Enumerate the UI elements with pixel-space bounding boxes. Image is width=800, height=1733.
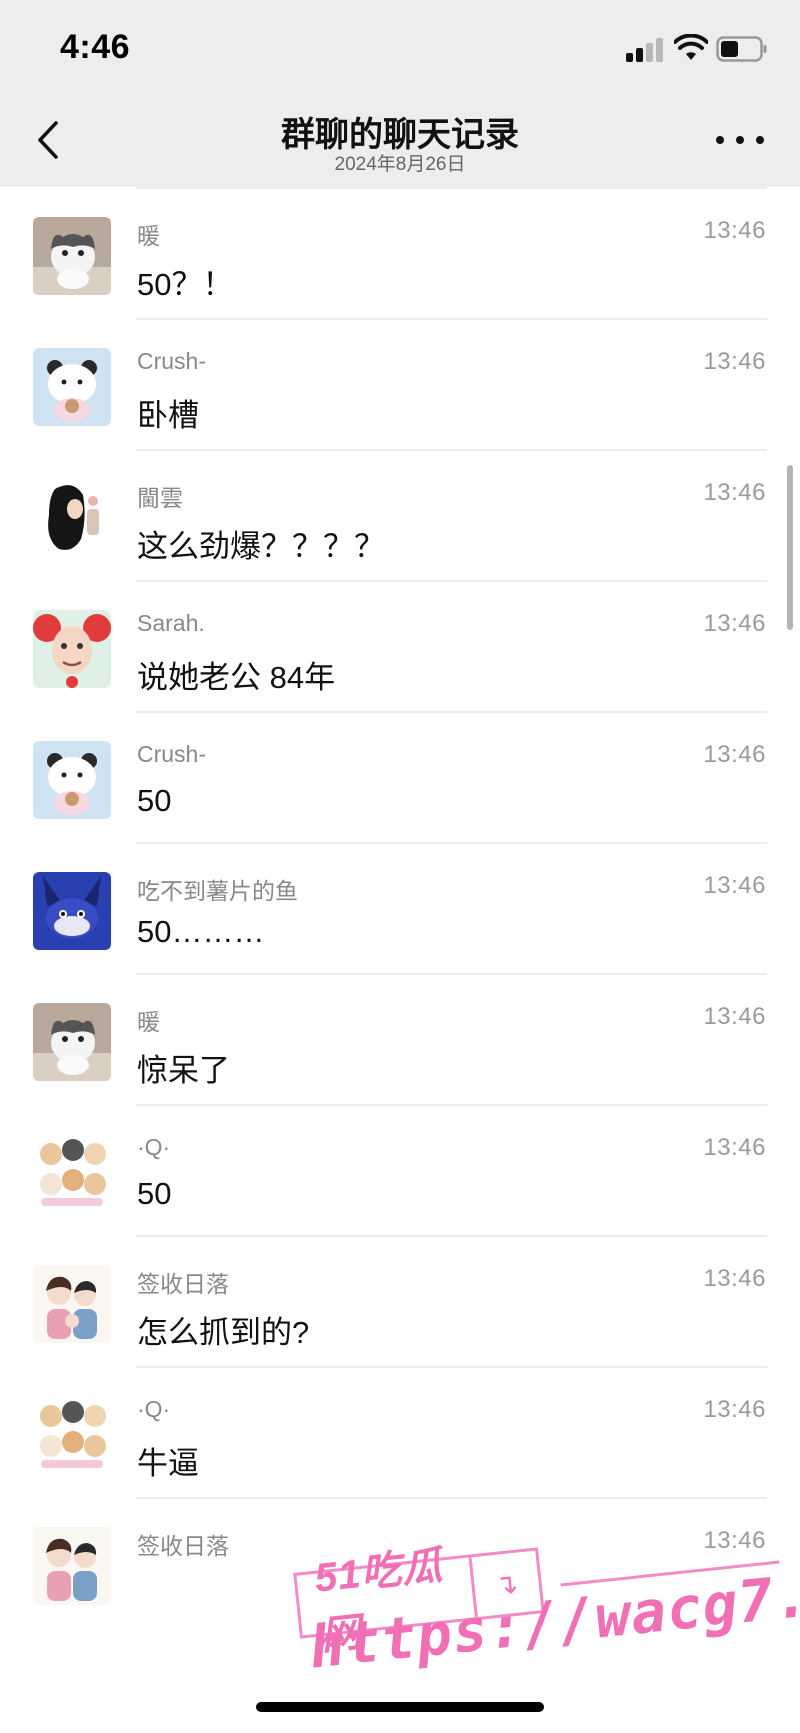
girl-avatar [33, 479, 111, 557]
message-text: 惊呆了 [137, 1053, 230, 1088]
message-text: 这么劲爆？？？？ [137, 529, 385, 564]
cats-dogs-avatar [33, 1396, 111, 1474]
cellular-signal-icon [626, 36, 666, 62]
message-text: 怎么抓到的? [137, 1315, 310, 1350]
more-button[interactable] [716, 125, 764, 155]
message-time: 13:46 [703, 872, 766, 899]
wifi-icon [674, 34, 708, 60]
message-time: 13:46 [703, 741, 766, 768]
panda-avatar [33, 348, 111, 426]
message-text: 说她老公 84年 [137, 660, 336, 695]
clown-avatar [33, 610, 111, 688]
sender-name: Crush- [137, 348, 207, 374]
list-item[interactable]: 吃不到薯片的鱼 13:46 50……… [0, 842, 800, 987]
battery-icon [716, 36, 767, 62]
nav-bar: 群聊的聊天记录 2024年8月26日 [0, 95, 800, 187]
sender-name: Sarah. [137, 610, 205, 636]
message-text: 牛逼 [137, 1446, 199, 1481]
message-text: 50……… [137, 914, 265, 949]
list-item[interactable]: 签收日落 13:46 怎么抓到的? [0, 1235, 800, 1380]
list-item[interactable]: Sarah. 13:46 说她老公 84年 [0, 580, 800, 725]
message-text: 卧槽 [137, 398, 199, 433]
message-time: 13:46 [703, 1265, 766, 1292]
more-icon [716, 136, 724, 144]
cats-dogs-avatar [33, 1134, 111, 1212]
list-item[interactable]: Crush- 13:46 50 [0, 711, 800, 856]
list-item[interactable]: 閫雲 13:46 这么劲爆？？？？ [0, 449, 800, 594]
scrollbar[interactable] [787, 465, 793, 630]
page-subtitle: 2024年8月26日 [334, 154, 466, 175]
cat-avatar [33, 1003, 111, 1081]
cat-avatar [33, 217, 111, 295]
sender-name: 閫雲 [137, 485, 183, 511]
sender-name: ·Q· [137, 1134, 171, 1160]
message-time: 13:46 [703, 1527, 766, 1554]
message-time: 13:46 [703, 479, 766, 506]
message-text: 50 [137, 783, 172, 818]
message-time: 13:46 [703, 348, 766, 375]
list-item[interactable]: ·Q· 13:46 牛逼 [0, 1366, 800, 1511]
status-time: 4:46 [60, 28, 131, 66]
message-time: 13:46 [703, 1003, 766, 1030]
message-text: 50？！ [137, 267, 234, 302]
sender-name: 签收日落 [137, 1533, 229, 1559]
message-time: 13:46 [703, 217, 766, 244]
status-bar: 4:46 [0, 0, 800, 95]
sender-name: Crush- [137, 741, 207, 767]
sender-name: ·Q· [137, 1396, 171, 1422]
message-text: 50 [137, 1176, 172, 1211]
sender-name: 签收日落 [137, 1271, 229, 1297]
sender-name: 吃不到薯片的鱼 [137, 878, 298, 904]
message-time: 13:46 [703, 1134, 766, 1161]
list-item[interactable]: 暖 13:46 惊呆了 [0, 973, 800, 1118]
family-avatar [33, 1265, 111, 1343]
list-item[interactable]: Crush- 13:46 卧槽 [0, 318, 800, 463]
family-avatar [33, 1527, 111, 1605]
list-item[interactable]: 暖 13:46 50？！ [0, 187, 800, 332]
tom-cat-avatar [33, 872, 111, 950]
sender-name: 暖 [137, 1009, 160, 1035]
message-time: 13:46 [703, 610, 766, 637]
sender-name: 暖 [137, 223, 160, 249]
list-item[interactable]: ·Q· 13:46 50 [0, 1104, 800, 1249]
home-indicator[interactable] [256, 1702, 544, 1712]
message-time: 13:46 [703, 1396, 766, 1423]
panda-avatar [33, 741, 111, 819]
